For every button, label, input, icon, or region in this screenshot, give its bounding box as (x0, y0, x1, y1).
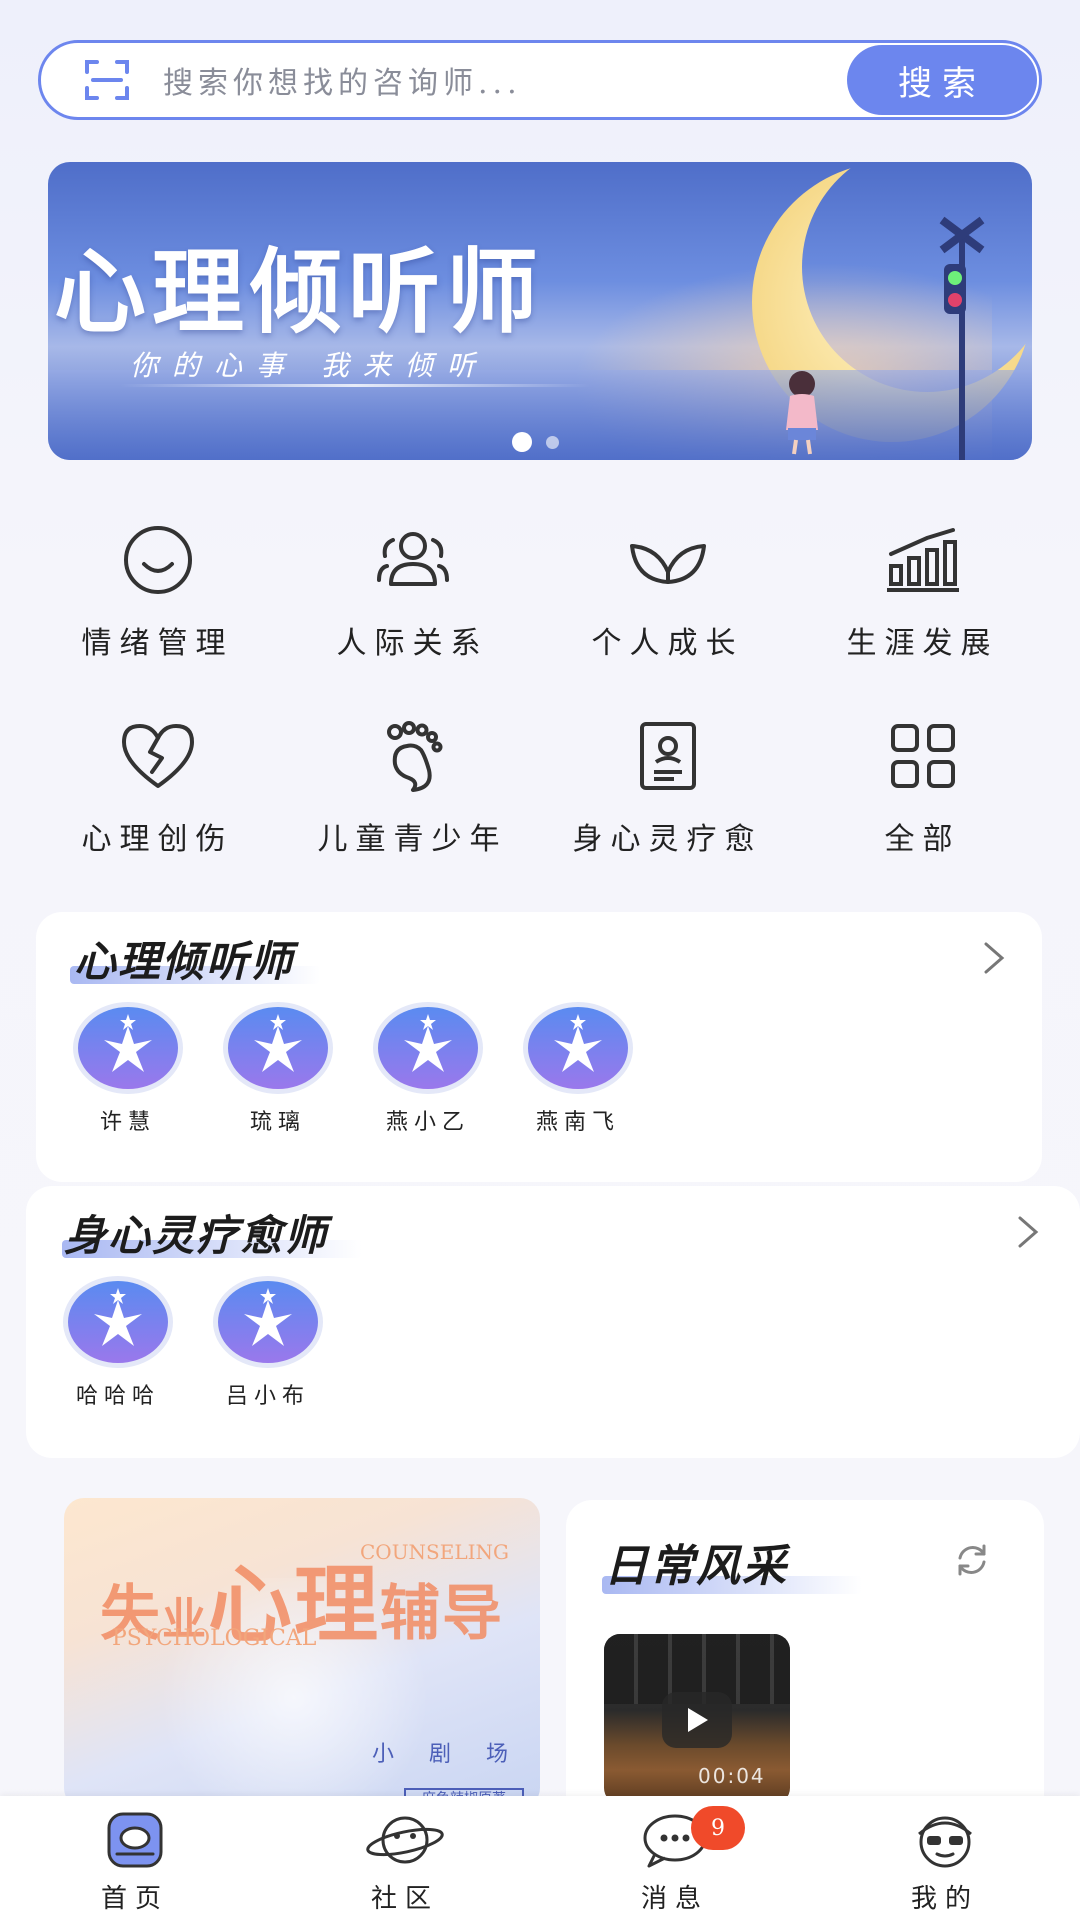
category-healing[interactable]: 身心灵疗愈 (540, 716, 795, 858)
avatar-row: 哈哈哈 吕小布 (62, 1274, 324, 1410)
banner-underline (120, 384, 590, 387)
counselor-item[interactable]: 吕小布 (212, 1274, 324, 1410)
counselor-name: 许慧 (99, 1110, 156, 1135)
search-input[interactable]: 搜索你想找的咨询师... (163, 58, 847, 102)
banner-subtitle: 你的心事 我来倾听 (130, 349, 489, 382)
sprout-icon (629, 544, 706, 584)
grid-icon (890, 724, 955, 788)
category-all[interactable]: 全部 (795, 716, 1050, 858)
category-relations[interactable]: 人际关系 (285, 520, 540, 662)
category-youth[interactable]: 儿童青少年 (285, 716, 540, 858)
home-icon (107, 1812, 163, 1868)
daily-card: 日常风采 00:04 (566, 1500, 1044, 1820)
nav-label: 消息 (640, 1884, 709, 1914)
category-label: 个人成长 (591, 626, 744, 661)
broken-heart-icon (121, 724, 194, 788)
nav-home[interactable]: 首页 (55, 1810, 215, 1915)
search-button[interactable]: 搜索 (847, 45, 1037, 115)
bottom-nav: 首页 社区 9 消息 我的 (0, 1796, 1080, 1920)
avatar (523, 1002, 633, 1094)
nav-community[interactable]: 社区 (325, 1810, 485, 1915)
listeners-card: 心理倾听师 许慧 琉璃 燕小乙 燕南飞 (36, 912, 1042, 1182)
profile-icon (918, 1816, 972, 1868)
section-title: 身心灵疗愈师 (64, 1211, 329, 1260)
category-label: 心理创伤 (81, 822, 234, 857)
category-label: 生涯发展 (846, 626, 999, 661)
counselor-name: 燕南飞 (535, 1110, 620, 1135)
video-duration: 00:04 (698, 1764, 766, 1788)
planet-icon (366, 1816, 444, 1864)
nav-label: 首页 (100, 1884, 169, 1914)
people-group-icon (376, 532, 449, 586)
carousel-dot[interactable] (546, 435, 559, 449)
nav-profile[interactable]: 我的 (865, 1810, 1025, 1915)
avatar (223, 1002, 333, 1094)
bar-chart-icon (886, 528, 959, 592)
unread-badge: 9 (691, 1806, 745, 1850)
scan-icon[interactable] (83, 56, 131, 104)
search-bar[interactable]: 搜索你想找的咨询师... 搜索 (38, 40, 1042, 120)
promo-english-bottom: PSYCHOLOGICAL (112, 1626, 317, 1651)
counselor-name: 燕小乙 (385, 1110, 470, 1135)
smile-face-icon (123, 526, 192, 594)
banner-carousel[interactable]: 心理倾听师 你的心事 我来倾听 (48, 162, 1032, 460)
category-label: 全部 (884, 822, 961, 857)
counselor-name: 琉璃 (249, 1110, 306, 1135)
counselor-item[interactable]: 哈哈哈 (62, 1274, 174, 1410)
counselor-item[interactable]: 燕小乙 (372, 1000, 484, 1136)
category-label: 人际关系 (336, 626, 489, 661)
promo-theater-label: 小 剧 场 (372, 1742, 522, 1767)
promo-title-part: 辅导 (380, 1579, 505, 1649)
chevron-right-icon[interactable] (982, 940, 1006, 976)
counselor-name: 吕小布 (225, 1384, 310, 1409)
footprint-icon (386, 721, 442, 792)
category-growth[interactable]: 个人成长 (540, 520, 795, 662)
category-label: 身心灵疗愈 (572, 822, 763, 857)
play-icon (688, 1708, 708, 1732)
avatar (73, 1002, 183, 1094)
avatar-row: 许慧 琉璃 燕小乙 燕南飞 (72, 1000, 634, 1136)
video-thumbnail[interactable]: 00:04 (604, 1634, 790, 1804)
girl-figure-icon (786, 371, 818, 455)
category-label: 情绪管理 (81, 626, 234, 661)
category-trauma[interactable]: 心理创伤 (30, 716, 285, 858)
avatar (63, 1276, 173, 1368)
promo-banner[interactable]: COUNSELING 失业心理辅导 PSYCHOLOGICAL 小 剧 场 麻鱼… (64, 1498, 540, 1808)
section-title: 日常风采 (604, 1541, 788, 1592)
chevron-right-icon[interactable] (1016, 1214, 1040, 1250)
play-button[interactable] (662, 1692, 732, 1748)
avatar (213, 1276, 323, 1368)
counselor-item[interactable]: 许慧 (72, 1000, 184, 1136)
id-card-icon (639, 722, 696, 790)
category-label: 儿童青少年 (317, 822, 508, 857)
section-title: 心理倾听师 (74, 937, 295, 986)
nav-label: 我的 (910, 1884, 979, 1914)
nav-label: 社区 (370, 1884, 439, 1914)
nav-messages[interactable]: 9 消息 (595, 1806, 755, 1915)
category-career[interactable]: 生涯发展 (795, 520, 1050, 662)
avatar (373, 1002, 483, 1094)
carousel-indicator (512, 432, 559, 452)
refresh-icon[interactable] (952, 1540, 992, 1580)
healers-card: 身心灵疗愈师 哈哈哈 吕小布 (26, 1186, 1080, 1458)
carousel-dot-active[interactable] (512, 432, 532, 452)
category-emotion[interactable]: 情绪管理 (30, 520, 285, 662)
banner-title: 心理倾听师 (54, 239, 545, 346)
counselor-name: 哈哈哈 (75, 1384, 160, 1409)
counselor-item[interactable]: 燕南飞 (522, 1000, 634, 1136)
counselor-item[interactable]: 琉璃 (222, 1000, 334, 1136)
traffic-signal-icon (939, 216, 985, 460)
